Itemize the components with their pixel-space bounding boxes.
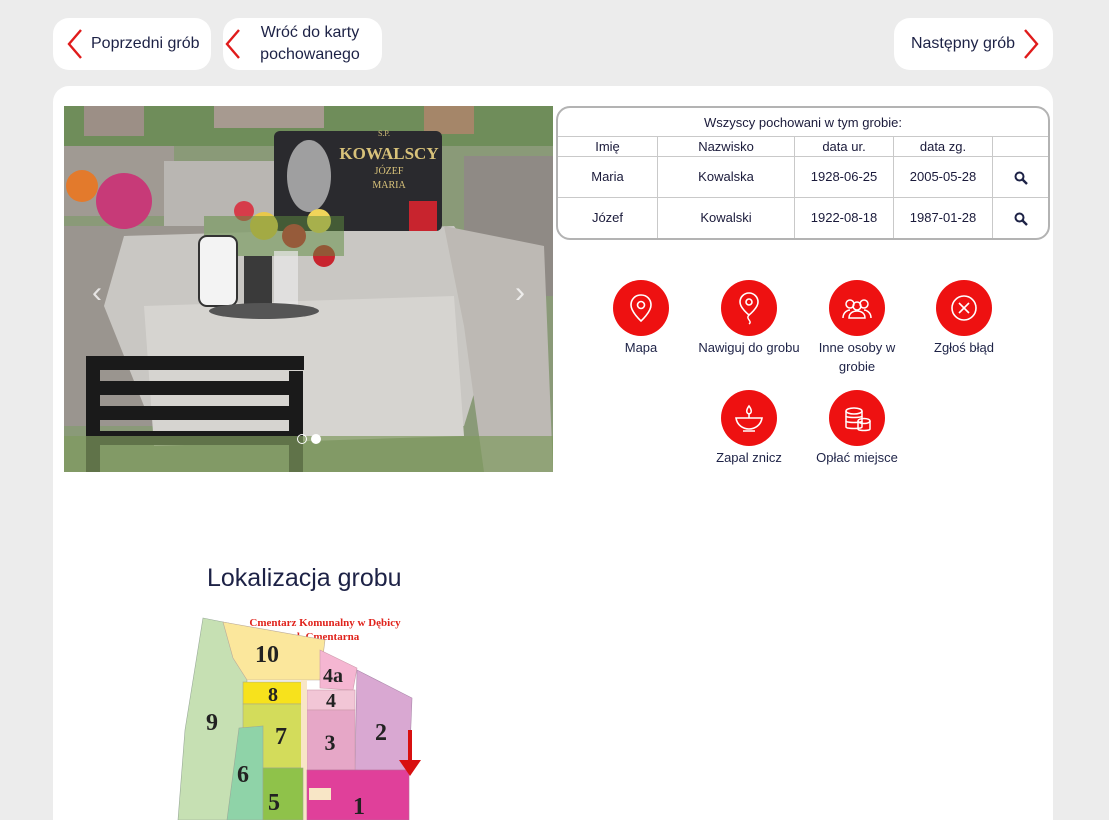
back-to-person-card-button[interactable]: Wróć do karty pochowanego (223, 18, 382, 70)
search-icon[interactable] (1014, 212, 1028, 226)
back-to-person-card-label: Wróć do karty pochowanego (260, 24, 360, 63)
search-icon[interactable] (1014, 171, 1028, 185)
map-action-button[interactable]: Mapa (587, 280, 695, 357)
map-section-2: 2 (375, 720, 387, 746)
table-row: Józef Kowalski 1922-08-18 1987-01-28 (558, 198, 1048, 238)
carousel-dot-2[interactable] (311, 434, 321, 444)
carousel-dots (297, 434, 321, 444)
cemetery-map[interactable]: Cmentarz Komunalny w Dębicy ul. Cmentarn… (175, 610, 445, 820)
chevron-left-icon (67, 29, 82, 59)
carousel-prev-arrow[interactable]: ‹ (92, 276, 102, 310)
grave-card: S.P. KOWALSCY JÓZEF MARIA ‹ › Wszyscy po… (53, 86, 1053, 820)
headstone-name2-text: MARIA (372, 180, 406, 191)
other-persons-action-label: Inne osoby w grobie (818, 340, 896, 374)
carousel-dot-1[interactable] (297, 434, 307, 444)
table-caption: Wszyscy pochowani w tym grobie: (558, 108, 1048, 137)
previous-grave-label: Poprzedni grób (91, 35, 200, 52)
map-section-4: 4 (326, 690, 336, 712)
coins-icon (829, 390, 885, 446)
close-circle-icon (936, 280, 992, 336)
navigate-action-button[interactable]: Nawiguj do grobu (695, 280, 803, 357)
map-title-line1: Cmentarz Komunalny w Dębicy (249, 617, 401, 629)
cell-action (993, 198, 1048, 238)
chevron-right-icon (1024, 29, 1039, 59)
location-title: Lokalizacja grobu (207, 564, 402, 592)
header-death-date: data zg. (894, 137, 993, 156)
cell-birth-date: 1922-08-18 (795, 198, 894, 238)
map-action-label: Mapa (624, 340, 658, 355)
report-error-action-label: Zgłoś błąd (934, 340, 994, 355)
navigate-action-label: Nawiguj do grobu (698, 340, 800, 355)
cell-birth-date: 1928-06-25 (795, 157, 894, 197)
headstone-family-text: KOWALSCY (339, 144, 438, 163)
cell-last-name: Kowalska (658, 157, 795, 197)
cell-last-name: Kowalski (658, 198, 795, 238)
light-candle-action-label: Zapal znicz (716, 450, 782, 465)
chevron-left-icon (225, 29, 240, 59)
cell-death-date: 2005-05-28 (894, 157, 993, 197)
header-action (993, 137, 1048, 156)
header-first-name: Imię (558, 137, 658, 156)
cell-first-name: Józef (558, 198, 658, 238)
map-section-7: 7 (275, 724, 287, 750)
headstone-name1-text: JÓZEF (375, 165, 404, 177)
header-birth-date: data ur. (795, 137, 894, 156)
headstone-top-text: S.P. (378, 129, 390, 138)
buried-persons-table: Wszyscy pochowani w tym grobie: Imię Naz… (556, 106, 1050, 240)
next-grave-button[interactable]: Następny grób (894, 18, 1053, 70)
map-section-1: 1 (353, 794, 365, 820)
cell-action (993, 157, 1048, 197)
map-section-10: 10 (255, 642, 279, 668)
table-row: Maria Kowalska 1928-06-25 2005-05-28 (558, 157, 1048, 198)
other-persons-action-button[interactable]: Inne osoby w grobie (803, 280, 911, 376)
map-section-8: 8 (268, 684, 278, 706)
map-section-5: 5 (268, 790, 280, 816)
report-error-action-button[interactable]: Zgłoś błąd (910, 280, 1018, 357)
light-candle-action-button[interactable]: Zapal znicz (695, 390, 803, 467)
header-last-name: Nazwisko (658, 137, 795, 156)
map-section-4a: 4a (323, 665, 343, 687)
map-section-9: 9 (206, 710, 218, 736)
pay-place-action-button[interactable]: Opłać miejsce (803, 390, 911, 467)
navigate-pin-icon (721, 280, 777, 336)
map-section-6: 6 (237, 762, 249, 788)
grave-photo: S.P. KOWALSCY JÓZEF MARIA (64, 106, 553, 472)
table-header-row: Imię Nazwisko data ur. data zg. (558, 137, 1048, 157)
people-icon (829, 280, 885, 336)
cell-death-date: 1987-01-28 (894, 198, 993, 238)
next-grave-label: Następny grób (910, 35, 1015, 52)
pay-place-action-label: Opłać miejsce (816, 450, 898, 465)
candle-icon (721, 390, 777, 446)
grave-photo-carousel[interactable]: S.P. KOWALSCY JÓZEF MARIA ‹ › (64, 106, 553, 472)
carousel-next-arrow[interactable]: › (515, 276, 525, 310)
map-section-3: 3 (325, 730, 336, 755)
map-pin-icon (613, 280, 669, 336)
cell-first-name: Maria (558, 157, 658, 197)
previous-grave-button[interactable]: Poprzedni grób (53, 18, 211, 70)
